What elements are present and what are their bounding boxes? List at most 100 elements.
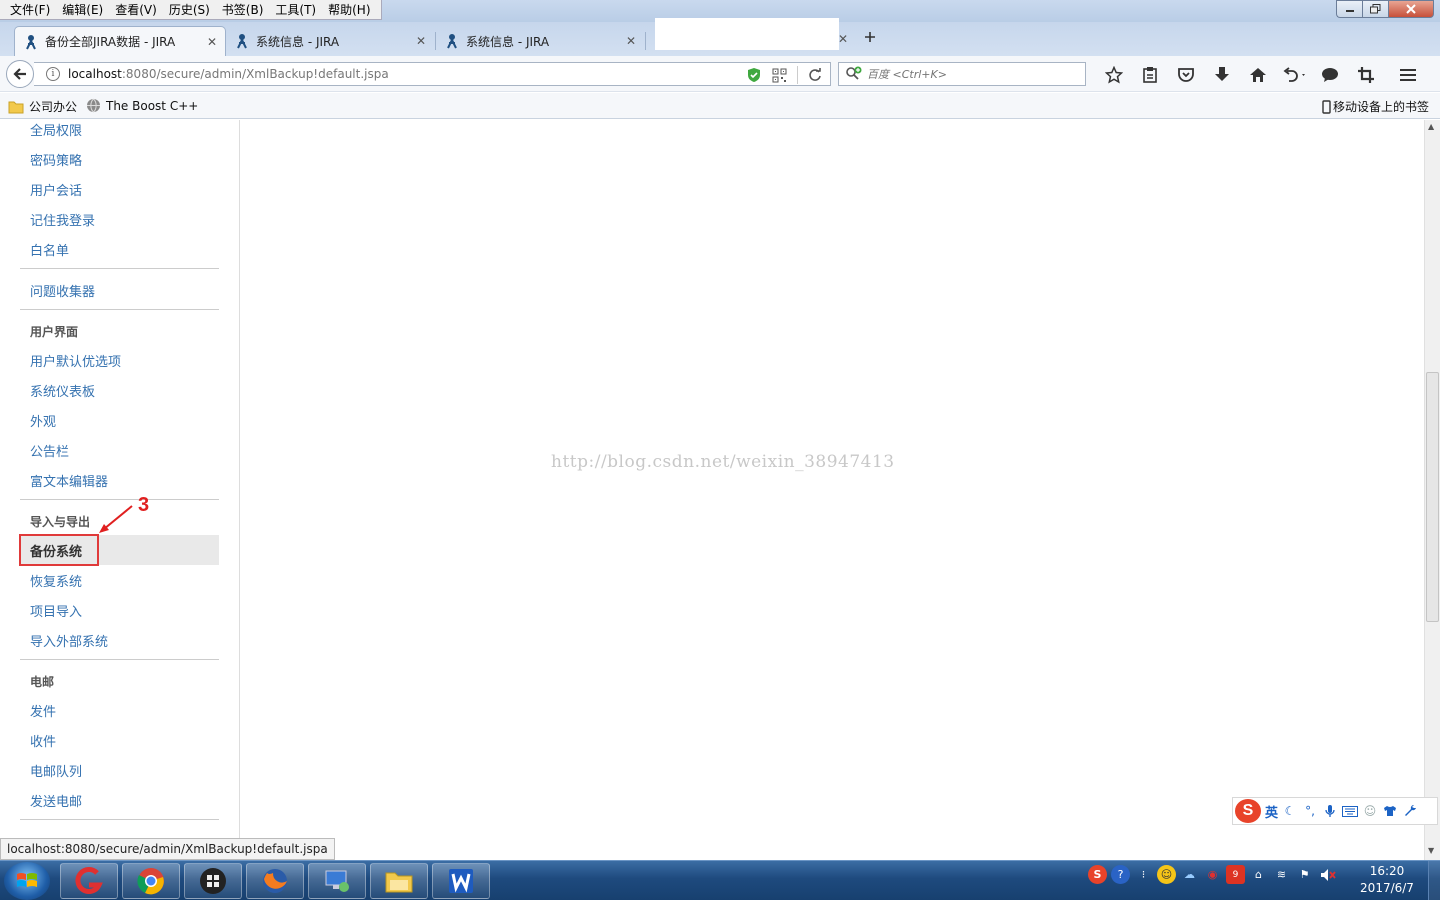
sidebar-item-remember-me[interactable]: 记住我登录 <box>30 210 95 229</box>
restore-button[interactable] <box>1362 0 1388 18</box>
tab-close-icon[interactable]: ✕ <box>838 32 848 46</box>
sidebar-item-global-permissions[interactable]: 全局权限 <box>30 120 82 139</box>
sidebar-item-mail-queue[interactable]: 电邮队列 <box>30 761 82 780</box>
scroll-up-icon[interactable]: ▲ <box>1428 122 1434 131</box>
search-engine-icon[interactable] <box>845 66 863 82</box>
sidebar-item-backup-system-label[interactable]: 备份系统 <box>30 541 82 560</box>
admin-sidebar: 全局权限 密码策略 用户会话 记住我登录 白名单 问题收集器 用户界面 用户默认… <box>0 120 240 860</box>
qr-code-icon[interactable] <box>772 68 787 83</box>
show-desktop-button[interactable] <box>1428 861 1440 900</box>
bookmarks-menu-button[interactable] <box>1132 64 1168 86</box>
taskbar-app-terminal[interactable] <box>184 863 242 899</box>
crop-tool-button[interactable] <box>1348 64 1384 86</box>
tab-close-icon[interactable]: ✕ <box>416 34 426 48</box>
reload-icon[interactable] <box>808 68 822 82</box>
wrench-icon[interactable] <box>1402 803 1418 819</box>
undo-button[interactable] <box>1276 64 1312 86</box>
sidebar-item-outgoing-mail[interactable]: 发件 <box>30 701 56 720</box>
wifi-icon[interactable]: ≋ <box>1272 865 1291 884</box>
search-input[interactable] <box>867 67 1067 81</box>
sogou-logo-icon[interactable]: S <box>1235 799 1261 823</box>
sidebar-item-look-and-feel[interactable]: 外观 <box>30 411 56 430</box>
downloads-button[interactable] <box>1204 64 1240 86</box>
menu-tools[interactable]: 工具(T) <box>269 1 322 18</box>
shield-check-icon[interactable] <box>746 67 762 83</box>
network-icon[interactable]: ⌂ <box>1249 865 1268 884</box>
site-info-icon[interactable]: i <box>46 67 60 81</box>
annotation-number: 3 <box>138 494 150 516</box>
vertical-scrollbar[interactable]: ▲ ▼ <box>1424 120 1440 860</box>
sidebar-item-password-policy[interactable]: 密码策略 <box>30 150 82 169</box>
taskbar-app-network[interactable] <box>308 863 366 899</box>
chat-button[interactable] <box>1312 64 1348 86</box>
minimize-button[interactable] <box>1336 0 1362 18</box>
sogou-tray-icon[interactable]: S <box>1088 865 1107 884</box>
tab-close-icon[interactable]: ✕ <box>626 34 636 48</box>
tab-backup[interactable]: 备份全部JIRA数据 - JIRA ✕ <box>14 26 226 56</box>
taskbar-app-firefox[interactable] <box>246 863 304 899</box>
scrollbar-thumb[interactable] <box>1426 372 1439 622</box>
taskbar-app-word[interactable] <box>432 863 490 899</box>
sidebar-item-incoming-mail[interactable]: 收件 <box>30 731 56 750</box>
close-window-button[interactable] <box>1388 0 1434 18</box>
sidebar-item-restore-system[interactable]: 恢复系统 <box>30 571 82 590</box>
back-button[interactable] <box>6 60 34 88</box>
sidebar-divider <box>20 499 219 500</box>
undo-icon <box>1283 67 1305 82</box>
tab-sysinfo-1[interactable]: 系统信息 - JIRA ✕ <box>226 26 434 56</box>
moon-icon[interactable]: ☾ <box>1282 803 1298 819</box>
menu-bookmarks[interactable]: 书签(B) <box>216 1 270 18</box>
pocket-button[interactable] <box>1168 64 1204 86</box>
sidebar-item-system-dashboard[interactable]: 系统仪表板 <box>30 381 95 400</box>
sidebar-item-send-email[interactable]: 发送电邮 <box>30 791 82 810</box>
help-icon[interactable]: ? <box>1111 865 1130 884</box>
sidebar-item-external-import[interactable]: 导入外部系统 <box>30 631 108 650</box>
tab-close-icon[interactable]: ✕ <box>207 35 217 49</box>
bookmark-boost[interactable]: The Boost C++ <box>86 98 198 113</box>
menu-view[interactable]: 查看(V) <box>109 1 163 18</box>
taskbar-app-red[interactable] <box>60 863 118 899</box>
action-center-icon[interactable]: ⚑ <box>1295 865 1314 884</box>
microphone-icon[interactable] <box>1322 803 1338 819</box>
taskbar-app-explorer[interactable] <box>370 863 428 899</box>
sidebar-item-announcement-banner[interactable]: 公告栏 <box>30 441 69 460</box>
menu-help[interactable]: 帮助(H) <box>322 1 376 18</box>
hamburger-menu-icon <box>1400 69 1416 81</box>
baidu-tray-icon[interactable]: 9 <box>1226 865 1245 884</box>
new-tab-button[interactable] <box>864 28 876 47</box>
bookmark-star-button[interactable] <box>1096 64 1132 86</box>
menu-file[interactable]: 文件(F) <box>4 1 56 18</box>
sidebar-divider <box>20 309 219 310</box>
system-clock[interactable]: 16:20 2017/6/7 <box>1354 863 1420 897</box>
sidebar-item-whitelist[interactable]: 白名单 <box>30 240 69 259</box>
ime-language-toggle[interactable]: 英 <box>1265 802 1278 821</box>
punctuation-icon[interactable]: °, <box>1302 803 1318 819</box>
main-menu-button[interactable] <box>1390 64 1426 86</box>
keyboard-icon[interactable] <box>1342 803 1359 819</box>
ime-toolbar: S 英 ☾ °, ☺ <box>1232 797 1438 825</box>
weibo-icon[interactable]: ◉ <box>1203 865 1222 884</box>
sidebar-item-issue-collectors[interactable]: 问题收集器 <box>30 281 95 300</box>
sidebar-item-rich-text-editor[interactable]: 富文本编辑器 <box>30 471 108 490</box>
navigation-bar: i localhost:8080/secure/admin/XmlBackup!… <box>0 56 1440 92</box>
shirt-icon[interactable] <box>1382 803 1398 819</box>
sidebar-item-project-import[interactable]: 项目导入 <box>30 601 82 620</box>
tray-expand-icon[interactable]: ⁝ <box>1134 865 1153 884</box>
address-bar[interactable]: i localhost:8080/secure/admin/XmlBackup!… <box>34 62 831 86</box>
tab-sysinfo-2[interactable]: 系统信息 - JIRA ✕ <box>436 26 644 56</box>
sidebar-item-user-defaults[interactable]: 用户默认优选项 <box>30 351 121 370</box>
scroll-down-icon[interactable]: ▼ <box>1428 846 1434 855</box>
emoji-icon[interactable]: ☺ <box>1157 865 1176 884</box>
user-icon[interactable]: ☺ <box>1362 803 1378 819</box>
mobile-bookmarks[interactable]: 移动设备上的书签 <box>1322 98 1429 115</box>
bookmark-folder-office[interactable]: 公司办公 <box>8 98 77 115</box>
sidebar-item-user-sessions[interactable]: 用户会话 <box>30 180 82 199</box>
taskbar-app-chrome[interactable] <box>122 863 180 899</box>
home-button[interactable] <box>1240 64 1276 86</box>
menu-history[interactable]: 历史(S) <box>163 1 216 18</box>
menu-edit[interactable]: 编辑(E) <box>56 1 109 18</box>
volume-muted-icon[interactable] <box>1318 865 1337 884</box>
url-text[interactable]: localhost:8080/secure/admin/XmlBackup!de… <box>68 67 389 81</box>
weather-icon[interactable]: ☁ <box>1180 865 1199 884</box>
start-button[interactable] <box>4 862 50 900</box>
